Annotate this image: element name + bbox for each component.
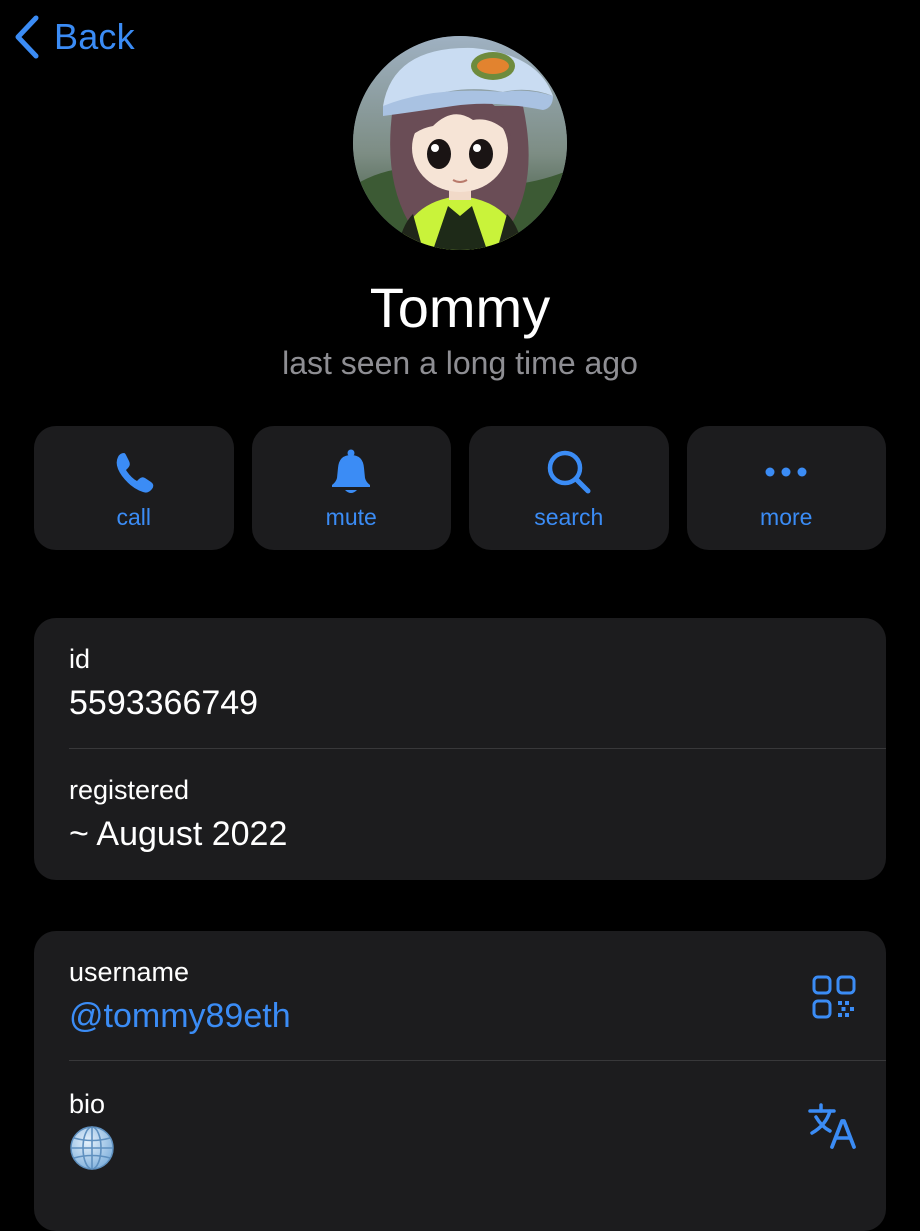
call-button[interactable]: call <box>34 426 234 550</box>
last-seen-status: last seen a long time ago <box>282 345 638 381</box>
registered-row: registered ~ August 2022 <box>34 749 886 855</box>
mute-label: mute <box>325 504 377 530</box>
more-button[interactable]: more <box>686 426 886 550</box>
phone-icon <box>116 453 154 493</box>
call-label: call <box>116 504 151 530</box>
info-card: id 5593366749 registered ~ August 2022 <box>34 618 886 880</box>
search-label: search <box>534 504 604 530</box>
bio-label: bio <box>69 1089 106 1119</box>
registered-label: registered <box>69 775 190 805</box>
username-value[interactable]: @tommy89eth <box>69 995 886 1037</box>
back-button[interactable]: Back <box>14 14 135 60</box>
registered-value: ~ August 2022 <box>69 815 288 853</box>
avatar-image <box>353 36 567 250</box>
id-value: 5593366749 <box>69 684 259 722</box>
search-icon <box>547 450 591 494</box>
more-label: more <box>760 504 813 530</box>
qr-code-icon <box>812 975 856 1019</box>
search-button[interactable]: search <box>469 426 669 550</box>
id-label: id <box>69 644 91 674</box>
id-row[interactable]: id 5593366749 <box>34 618 886 748</box>
globe-icon <box>69 1125 115 1176</box>
bio-row: bio <box>34 1061 886 1176</box>
username-label: username <box>69 957 190 987</box>
username-row[interactable]: username @tommy89eth <box>34 931 886 1060</box>
qr-code-button[interactable] <box>812 975 856 1024</box>
avatar[interactable] <box>353 36 567 250</box>
contact-name: Tommy <box>369 276 551 339</box>
action-bar: call mute search more <box>34 426 886 550</box>
mute-button[interactable]: mute <box>251 426 451 550</box>
translate-button[interactable] <box>808 1103 856 1154</box>
translate-icon <box>808 1103 856 1149</box>
details-card: username @tommy89eth bio <box>34 931 886 1231</box>
chevron-left-icon <box>15 15 39 59</box>
more-icon <box>765 467 807 477</box>
bell-icon <box>332 449 371 493</box>
back-label: Back <box>54 16 135 57</box>
